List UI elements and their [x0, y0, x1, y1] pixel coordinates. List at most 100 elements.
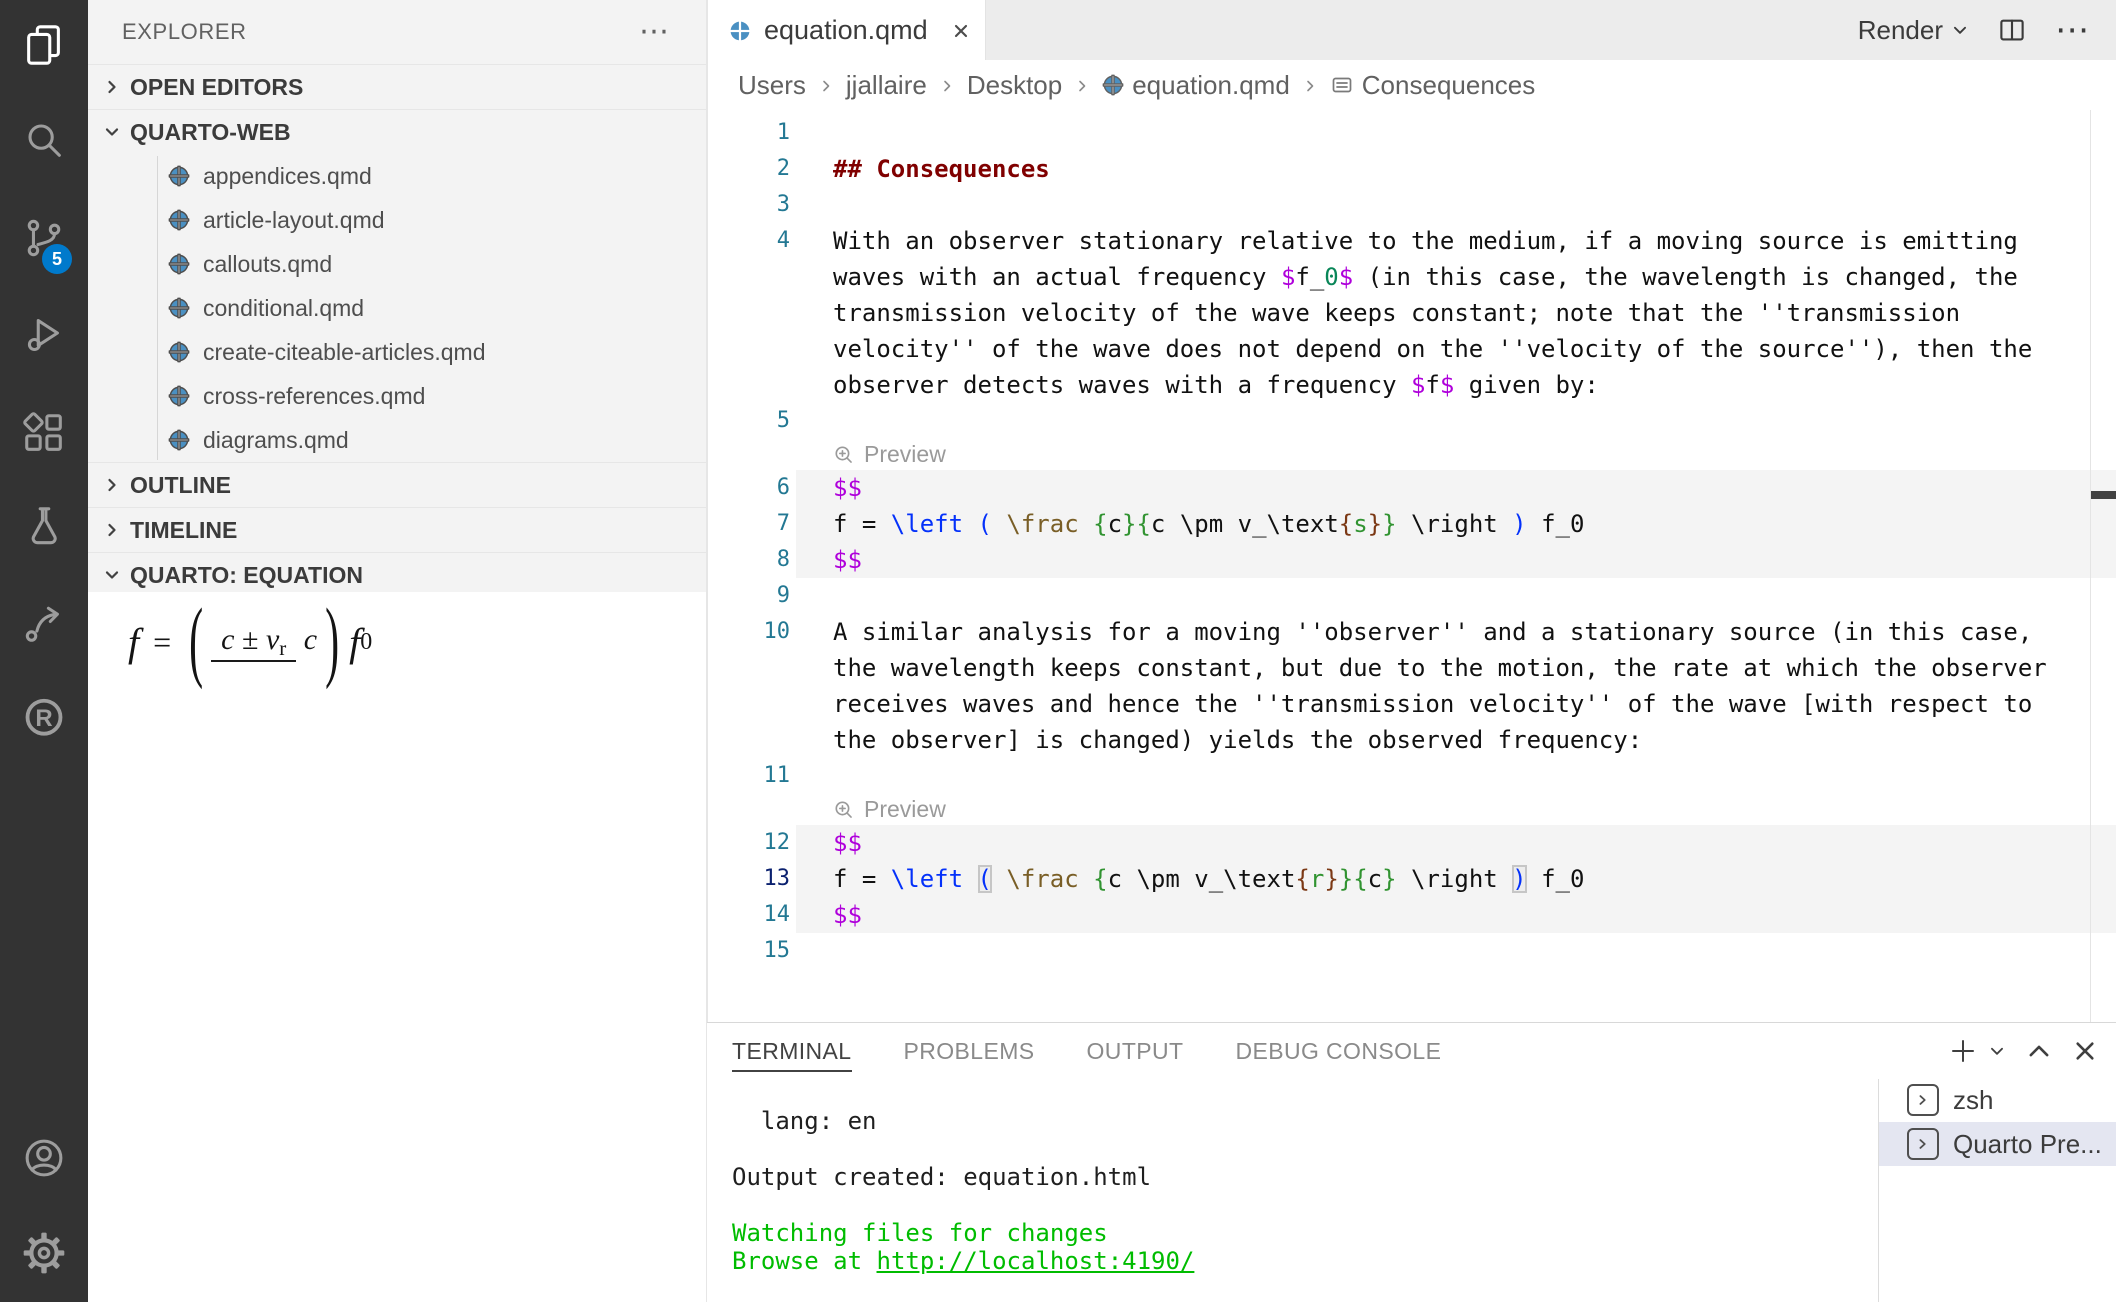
editor-more-actions[interactable]: ⋯ [2055, 25, 2092, 35]
file-item[interactable]: conditional.qmd [88, 286, 706, 330]
editor-line[interactable]: 1 [708, 115, 2116, 151]
breadcrumb-item[interactable]: Users [738, 70, 806, 101]
editor-line[interactable]: 5 [708, 403, 2116, 439]
line-number [708, 331, 796, 367]
file-item[interactable]: cross-references.qmd [88, 374, 706, 418]
file-item[interactable]: diagrams.qmd [88, 418, 706, 462]
panel-tab-output[interactable]: OUTPUT [1087, 1023, 1184, 1079]
editor-line[interactable]: 10A similar analysis for a moving ''obse… [708, 614, 2116, 650]
sidebar-more-actions[interactable]: ⋯ [639, 27, 672, 37]
editor-line[interactable]: transmission velocity of the wave keeps … [708, 295, 2116, 331]
split-editor-icon[interactable] [1997, 15, 2027, 45]
quarto-publish-icon[interactable] [20, 599, 68, 647]
editor-line[interactable]: 15 [708, 933, 2116, 969]
chevron-right-icon [102, 77, 122, 97]
codelens-preview-link[interactable]: Preview [796, 794, 2116, 825]
extensions-icon[interactable] [20, 409, 68, 457]
breadcrumb-item[interactable]: jjallaire [846, 70, 927, 101]
equation-coefficient: f [349, 619, 360, 666]
line-number: 14 [708, 897, 796, 933]
terminal-process-zsh[interactable]: zsh [1879, 1078, 2116, 1122]
terminal-process-quartopre[interactable]: Quarto Pre... [1879, 1122, 2116, 1166]
editor-line[interactable]: 14$$ [708, 897, 2116, 933]
file-item[interactable]: create-citeable-articles.qmd [88, 330, 706, 374]
codelens-preview-link[interactable]: Preview [796, 439, 2116, 470]
file-tree: appendices.qmdarticle-layout.qmd callouts… [88, 154, 706, 462]
section-timeline[interactable]: TIMELINE [88, 507, 706, 552]
editor-line[interactable]: velocity'' of the wave does not depend o… [708, 331, 2116, 367]
panel-tab-problems[interactable]: PROBLEMS [904, 1023, 1035, 1079]
editor-line[interactable]: 8$$ [708, 542, 2116, 578]
sidebar-title-row: EXPLORER ⋯ [88, 0, 706, 64]
editor-line[interactable]: 9 [708, 578, 2116, 614]
line-number: 6 [708, 470, 796, 506]
maximize-panel-icon[interactable] [2026, 1038, 2052, 1064]
editor-line[interactable]: 11 [708, 758, 2116, 794]
editor-line[interactable]: 7f = \left ( \frac {c}{c \pm v_\text{s}}… [708, 506, 2116, 542]
explorer-icon[interactable] [20, 21, 68, 69]
section-open-editors[interactable]: OPEN EDITORS [88, 64, 706, 109]
settings-gear-icon[interactable] [20, 1229, 68, 1277]
tab-close-icon[interactable] [951, 21, 971, 41]
file-item[interactable]: callouts.qmd [88, 242, 706, 286]
line-content: ## Consequences [796, 151, 2116, 187]
r-extension-icon[interactable]: R [20, 694, 68, 742]
new-terminal-icon[interactable] [1948, 1036, 1978, 1066]
panel-tab-terminal[interactable]: TERMINAL [732, 1023, 852, 1079]
line-number [708, 722, 796, 758]
activity-bar: 5 R [0, 0, 88, 1302]
chevron-right-icon [102, 475, 122, 495]
file-name: callouts.qmd [203, 251, 332, 278]
line-number: 1 [708, 115, 796, 151]
run-debug-icon[interactable] [20, 309, 68, 357]
chevron-right-icon [1302, 78, 1318, 94]
equation-preview-pane: f = ( c ± vr c ) f0 [88, 592, 706, 1302]
tab-equation-qmd[interactable]: equation.qmd [708, 0, 986, 61]
section-symbol-icon [1330, 73, 1354, 97]
editor-line[interactable]: 3 [708, 187, 2116, 223]
search-icon[interactable] [20, 116, 68, 164]
line-content [796, 187, 2116, 223]
panel-tab-debug-console[interactable]: DEBUG CONSOLE [1235, 1023, 1441, 1079]
line-number: 15 [708, 933, 796, 969]
panel-actions [1948, 1023, 2098, 1079]
account-icon[interactable] [20, 1134, 68, 1182]
terminal-output[interactable]: lang: en Output created: equation.html W… [732, 1107, 1194, 1275]
editor-code[interactable]: 12## Consequences34With an observer stat… [708, 110, 2116, 1027]
breadcrumb-item[interactable]: equation.qmd [1102, 70, 1290, 101]
section-quarto-web[interactable]: QUARTO-WEB [88, 109, 706, 154]
breadcrumb-item[interactable]: Consequences [1330, 70, 1535, 101]
quarto-file-icon [168, 429, 190, 451]
chevron-down-icon [102, 122, 122, 142]
section-label: OUTLINE [130, 472, 231, 499]
line-number: 13 [708, 861, 796, 897]
breadcrumb-item[interactable]: Desktop [967, 70, 1062, 101]
breadcrumb-separator [1074, 70, 1090, 101]
testing-icon[interactable] [20, 503, 68, 551]
file-item[interactable]: article-layout.qmd [88, 198, 706, 242]
editor-line[interactable]: 6$$ [708, 470, 2116, 506]
line-number: 4 [708, 223, 796, 259]
editor-line[interactable]: waves with an actual frequency $f_0$ (in… [708, 259, 2116, 295]
terminal-line: Output created: equation.html [732, 1163, 1194, 1191]
file-item[interactable]: appendices.qmd [88, 154, 706, 198]
render-button[interactable]: Render [1858, 15, 1969, 46]
editor-line[interactable]: the wavelength keeps constant, but due t… [708, 650, 2116, 686]
editor-line[interactable]: the observer] is changed) yields the obs… [708, 722, 2116, 758]
section-label: QUARTO-WEB [130, 119, 291, 146]
line-number [708, 650, 796, 686]
close-panel-icon[interactable] [2072, 1038, 2098, 1064]
tab-strip: equation.qmd Render ⋯ [708, 0, 2116, 61]
overview-ruler[interactable] [2090, 110, 2091, 1022]
chevron-right-icon [102, 520, 122, 540]
section-outline[interactable]: OUTLINE [88, 462, 706, 507]
terminal-dropdown-icon[interactable] [1988, 1042, 2006, 1060]
tab-title: equation.qmd [764, 15, 928, 46]
editor-line[interactable]: 2## Consequences [708, 151, 2116, 187]
editor-line[interactable]: 12$$ [708, 825, 2116, 861]
editor-line[interactable]: receives waves and hence the ''transmiss… [708, 686, 2116, 722]
editor-line[interactable]: 13f = \left ( \frac {c \pm v_\text{r}}{c… [708, 861, 2116, 897]
editor-line[interactable]: observer detects waves with a frequency … [708, 367, 2116, 403]
terminal-link[interactable]: http://localhost:4190/ [877, 1247, 1195, 1275]
editor-line[interactable]: 4With an observer stationary relative to… [708, 223, 2116, 259]
